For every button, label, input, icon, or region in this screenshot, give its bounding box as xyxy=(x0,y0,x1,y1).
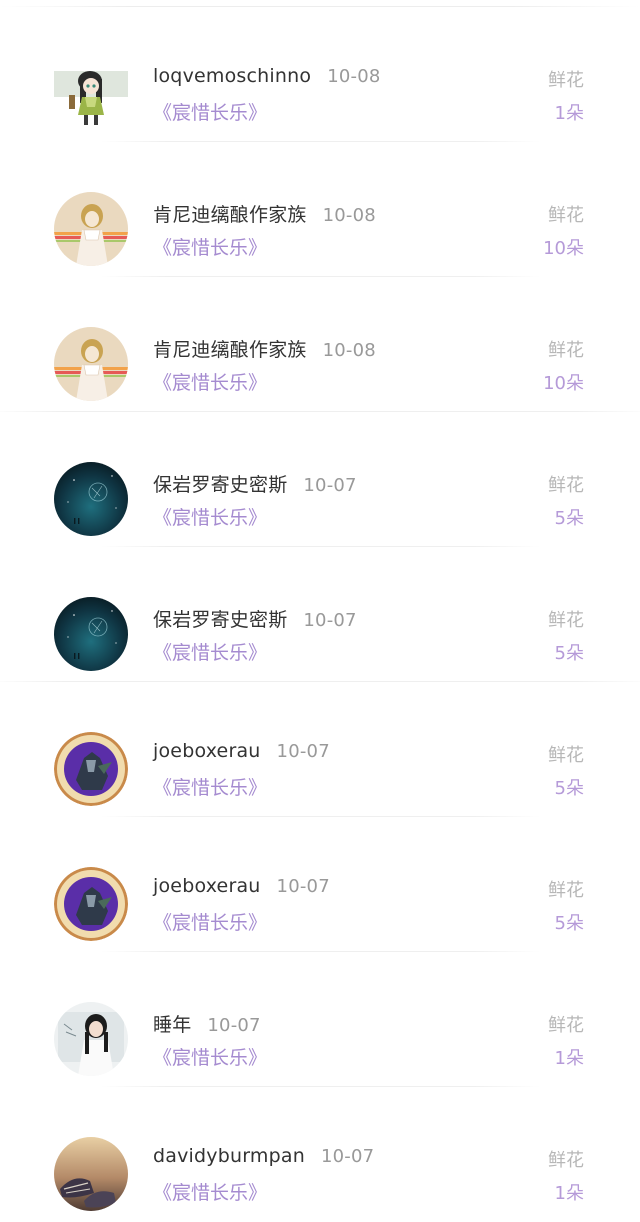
list-item[interactable]: davidyburmpan 10-07 《宸惜长乐》 鲜花 1朵 xyxy=(0,1087,640,1222)
gift-date: 10-07 xyxy=(303,475,357,496)
book-title-link[interactable]: 《宸惜长乐》 xyxy=(153,908,267,935)
gift-count: 5朵 xyxy=(554,913,584,934)
username[interactable]: joeboxerau 10-07 xyxy=(153,875,330,897)
gift-type-label: 鲜花 xyxy=(548,340,584,361)
book-title-link[interactable]: 《宸惜长乐》 xyxy=(153,1178,267,1205)
username-text[interactable]: joeboxerau xyxy=(153,740,261,762)
username[interactable]: davidyburmpan 10-07 xyxy=(153,1145,374,1167)
avatar[interactable] xyxy=(54,1002,128,1076)
gift-count: 10朵 xyxy=(543,238,584,259)
avatar-drawn-girl-image xyxy=(54,192,128,266)
avatar[interactable] xyxy=(54,57,128,131)
book-title-link[interactable]: 《宸惜长乐》 xyxy=(153,233,267,260)
book-title-link[interactable]: 《宸惜长乐》 xyxy=(153,98,267,125)
list-item[interactable]: 肯尼迪缡酿作家族 10-08 《宸惜长乐》 鲜花 10朵 xyxy=(0,142,640,277)
gift-count: 1朵 xyxy=(554,1183,584,1204)
username[interactable]: loqvemoschinno 10-08 xyxy=(153,65,381,87)
avatar[interactable] xyxy=(54,597,128,671)
gift-date: 10-08 xyxy=(327,66,381,87)
avatar-sneakers-photo xyxy=(54,1137,128,1211)
username-text[interactable]: joeboxerau xyxy=(153,875,261,897)
gift-date: 10-07 xyxy=(320,1146,375,1167)
avatar-night-sky-image xyxy=(54,462,128,536)
gift-date: 10-07 xyxy=(276,876,330,897)
username-text[interactable]: 肯尼迪缡酿作家族 xyxy=(153,204,307,226)
avatar[interactable] xyxy=(54,462,128,536)
avatar-anime-girl-image xyxy=(54,57,128,131)
gift-count: 5朵 xyxy=(554,778,584,799)
list-item[interactable]: 保岩罗寄史密斯 10-07 《宸惜长乐》 鲜花 5朵 xyxy=(0,412,640,547)
gift-type-label: 鲜花 xyxy=(548,1150,584,1171)
avatar-portrait-photo xyxy=(54,1002,128,1076)
username[interactable]: 保岩罗寄史密斯 10-07 xyxy=(153,605,357,632)
gift-type-label: 鲜花 xyxy=(548,475,584,496)
avatar[interactable] xyxy=(54,732,128,806)
username-text[interactable]: davidyburmpan xyxy=(153,1145,305,1167)
gift-type-label: 鲜花 xyxy=(548,70,584,91)
avatar[interactable] xyxy=(54,867,128,941)
avatar-drawn-girl-image xyxy=(54,327,128,401)
book-title-link[interactable]: 《宸惜长乐》 xyxy=(153,503,267,530)
gift-count: 5朵 xyxy=(554,643,584,664)
avatar-medallion-image xyxy=(54,867,128,941)
username[interactable]: 肯尼迪缡酿作家族 10-08 xyxy=(153,200,376,227)
username-text[interactable]: loqvemoschinno xyxy=(153,65,311,87)
list-item[interactable]: 保岩罗寄史密斯 10-07 《宸惜长乐》 鲜花 5朵 xyxy=(0,547,640,682)
username-text[interactable]: 保岩罗寄史密斯 xyxy=(153,474,287,496)
avatar[interactable] xyxy=(54,1137,128,1211)
list-item[interactable]: joeboxerau 10-07 《宸惜长乐》 鲜花 5朵 xyxy=(0,817,640,952)
gift-type-label: 鲜花 xyxy=(548,1015,584,1036)
username[interactable]: 保岩罗寄史密斯 10-07 xyxy=(153,470,357,497)
avatar-night-sky-image xyxy=(54,597,128,671)
list-item[interactable]: 肯尼迪缡酿作家族 10-08 《宸惜长乐》 鲜花 10朵 xyxy=(0,277,640,412)
list-item[interactable]: loqvemoschinno 10-08 《宸惜长乐》 鲜花 1朵 xyxy=(0,7,640,142)
list-item[interactable]: joeboxerau 10-07 《宸惜长乐》 鲜花 5朵 xyxy=(0,682,640,817)
gift-date: 10-07 xyxy=(207,1015,261,1036)
gift-date: 10-07 xyxy=(303,610,357,631)
book-title-link[interactable]: 《宸惜长乐》 xyxy=(153,368,267,395)
avatar[interactable] xyxy=(54,192,128,266)
gift-type-label: 鲜花 xyxy=(548,610,584,631)
username[interactable]: 肯尼迪缡酿作家族 10-08 xyxy=(153,335,376,362)
book-title-link[interactable]: 《宸惜长乐》 xyxy=(153,1043,267,1070)
gift-count: 5朵 xyxy=(554,508,584,529)
username[interactable]: joeboxerau 10-07 xyxy=(153,740,330,762)
gift-type-label: 鲜花 xyxy=(548,205,584,226)
username[interactable]: 睡年 10-07 xyxy=(153,1010,261,1037)
username-text[interactable]: 肯尼迪缡酿作家族 xyxy=(153,339,307,361)
gift-date: 10-08 xyxy=(322,340,376,361)
gift-count: 10朵 xyxy=(543,373,584,394)
gift-type-label: 鲜花 xyxy=(548,745,584,766)
gift-count: 1朵 xyxy=(554,1048,584,1069)
gift-type-label: 鲜花 xyxy=(548,880,584,901)
gift-date: 10-08 xyxy=(322,205,376,226)
avatar-medallion-image xyxy=(54,732,128,806)
gift-date: 10-07 xyxy=(276,741,330,762)
list-item[interactable]: 睡年 10-07 《宸惜长乐》 鲜花 1朵 xyxy=(0,952,640,1087)
book-title-link[interactable]: 《宸惜长乐》 xyxy=(153,638,267,665)
avatar[interactable] xyxy=(54,327,128,401)
username-text[interactable]: 保岩罗寄史密斯 xyxy=(153,609,287,631)
book-title-link[interactable]: 《宸惜长乐》 xyxy=(153,773,267,800)
username-text[interactable]: 睡年 xyxy=(153,1014,191,1036)
gift-count: 1朵 xyxy=(554,103,584,124)
